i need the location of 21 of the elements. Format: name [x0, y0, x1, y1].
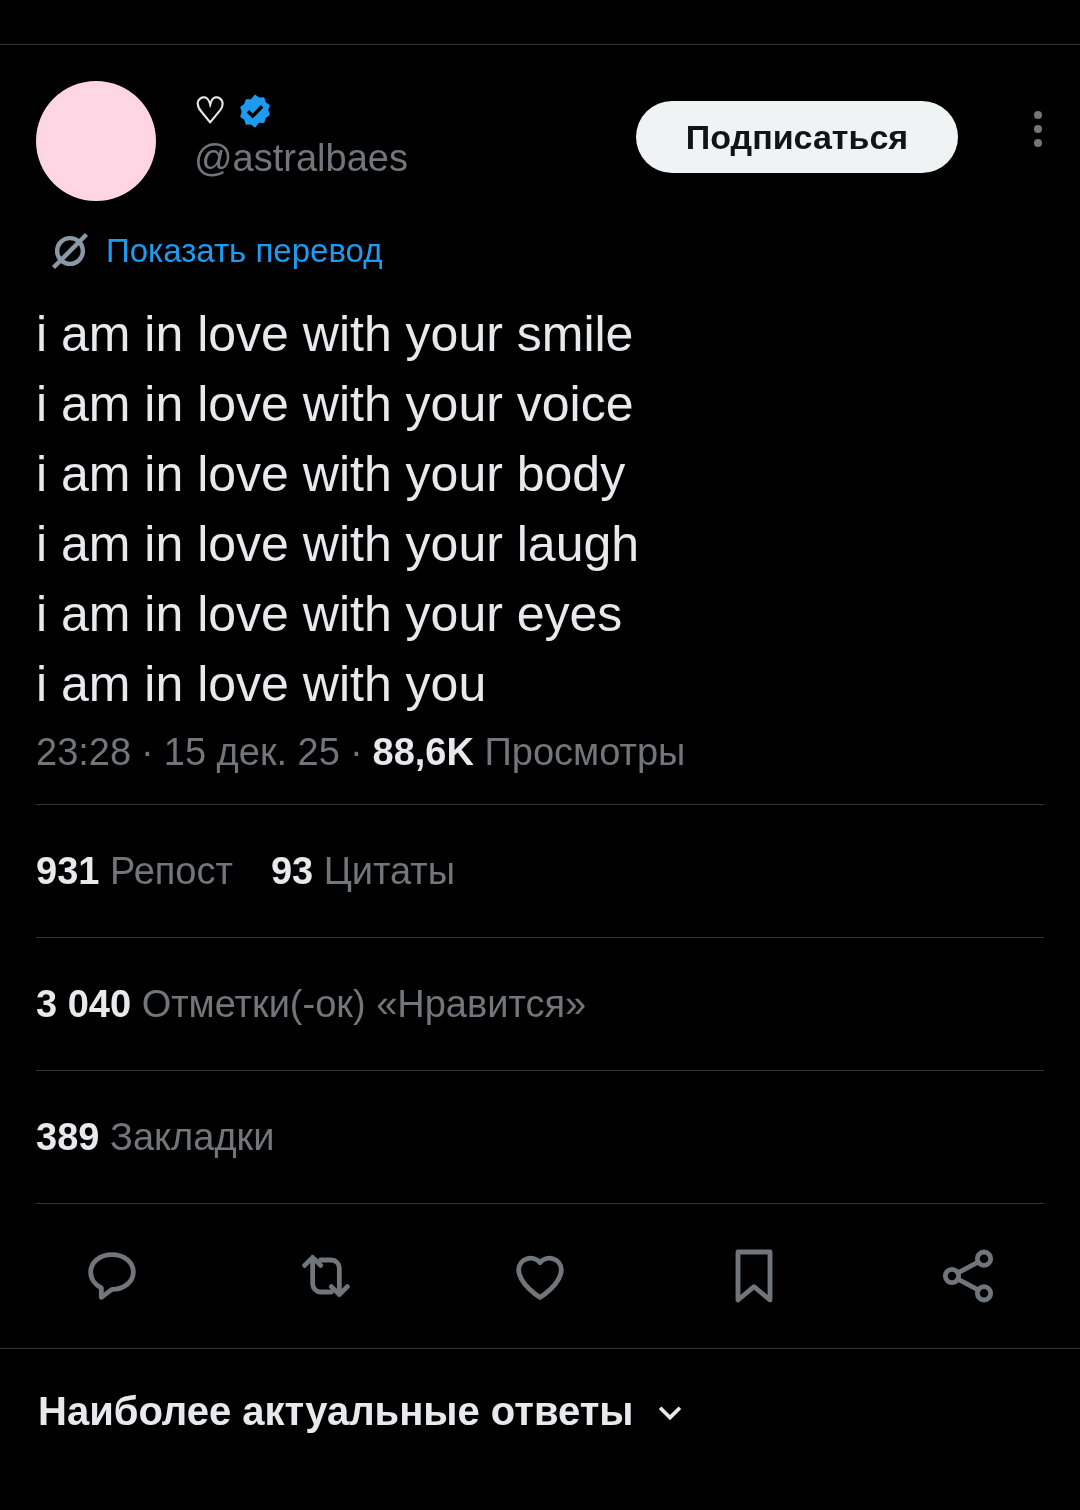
separator-dot: · — [141, 731, 154, 774]
post-text-line: i am in love with your voice — [36, 375, 635, 434]
post-text-line: i am in love with you — [36, 655, 488, 714]
user-handle: @astralbaes — [194, 137, 409, 180]
engagement-stat[interactable]: 3 040 Отметки(-ок) «Нравится» — [36, 982, 587, 1026]
show-translation-link[interactable]: Показать перевод — [48, 229, 383, 273]
engagement-stat[interactable]: 389 Закладки — [36, 1115, 275, 1159]
follow-button[interactable]: Подписаться — [636, 101, 958, 173]
engagement-stat[interactable]: 93 Цитаты — [270, 849, 456, 893]
replies-sort-button[interactable]: Наиболее актуальные ответы — [0, 1348, 1080, 1474]
post-time: 23:28 — [36, 731, 132, 774]
post-text-line: i am in love with your laugh — [36, 515, 641, 574]
post-text-line: i am in love with your eyes — [36, 585, 624, 644]
views-count: 88,6K Просмотры — [372, 731, 686, 774]
more-options-icon[interactable] — [1032, 109, 1044, 149]
post-text-line: i am in love with your smile — [36, 305, 635, 364]
post-text-line: i am in love with your body — [36, 445, 627, 504]
display-name: ♡ — [194, 89, 226, 133]
separator-dot: · — [349, 731, 363, 774]
engagement-stat[interactable]: 931 Репост — [36, 849, 233, 893]
post-date: 15 дек. 25 — [163, 731, 340, 774]
